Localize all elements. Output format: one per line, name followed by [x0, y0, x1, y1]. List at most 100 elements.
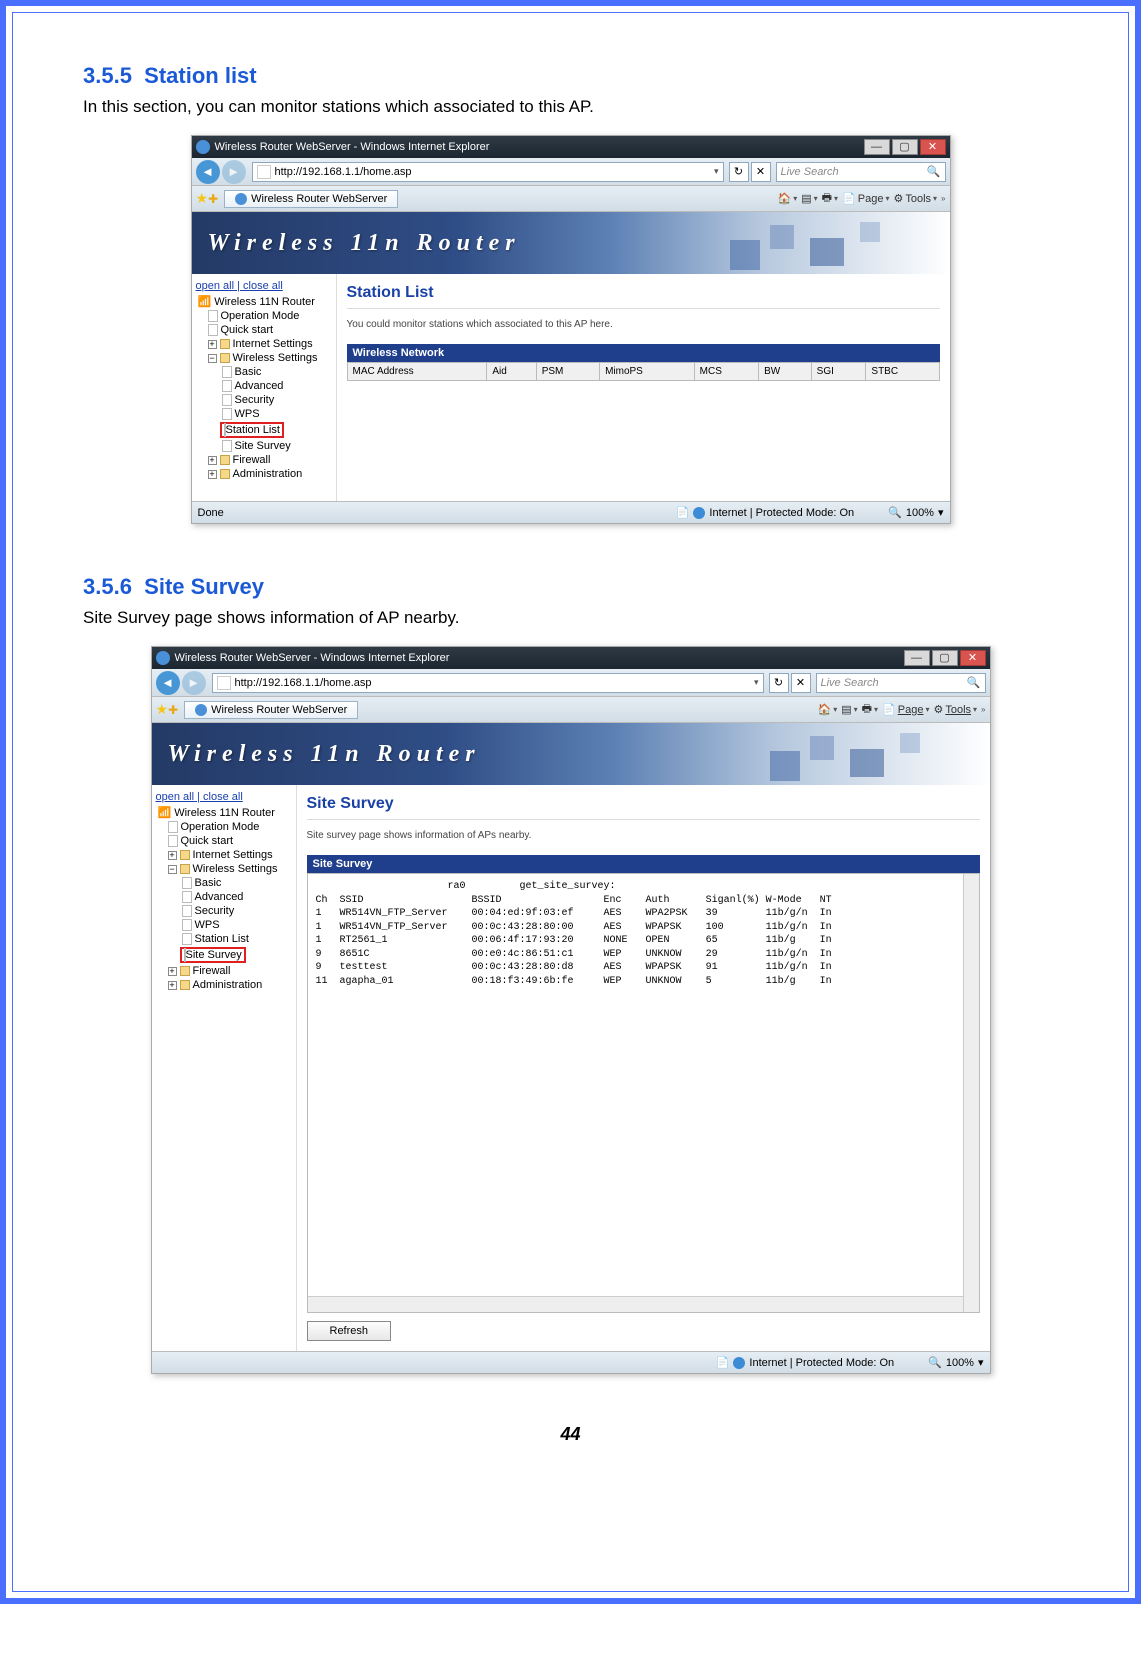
- nav-wps[interactable]: WPS: [195, 919, 220, 931]
- tools-menu[interactable]: ⚙Tools▾: [933, 703, 977, 716]
- nav-wps[interactable]: WPS: [235, 408, 260, 420]
- page-icon: [217, 676, 231, 690]
- maximize-button[interactable]: ▢: [892, 139, 918, 155]
- minimize-button[interactable]: —: [864, 139, 890, 155]
- status-text: Done: [198, 507, 224, 519]
- nav-security[interactable]: Security: [235, 394, 275, 406]
- page-icon: [222, 366, 232, 378]
- window-title: Wireless Router WebServer - Windows Inte…: [215, 141, 862, 153]
- zoom-icon[interactable]: 🔍: [888, 506, 902, 519]
- ie-icon: [156, 651, 170, 665]
- nav-administration[interactable]: Administration: [233, 468, 303, 480]
- stop-button[interactable]: ✕: [751, 162, 771, 182]
- nav-quick-start[interactable]: Quick start: [181, 835, 234, 847]
- nav-station-list[interactable]: Station List: [195, 933, 249, 945]
- browser-window-station-list: Wireless Router WebServer - Windows Inte…: [191, 135, 951, 524]
- nav-quick-start[interactable]: Quick start: [221, 324, 274, 336]
- back-button[interactable]: ◄: [156, 671, 180, 695]
- page-menu[interactable]: 📄Page▾: [882, 703, 929, 716]
- close-all-link[interactable]: close all: [243, 280, 283, 292]
- page-menu[interactable]: 📄Page▾: [842, 192, 889, 205]
- nav-operation-mode[interactable]: Operation Mode: [221, 310, 300, 322]
- address-bar[interactable]: http://192.168.1.1/home.asp ▾: [252, 162, 724, 182]
- favorites-icon[interactable]: ★: [156, 701, 169, 718]
- zoom-value[interactable]: 100%: [906, 507, 934, 519]
- nav-advanced[interactable]: Advanced: [195, 891, 244, 903]
- minimize-button[interactable]: —: [904, 650, 930, 666]
- chevron-down-icon[interactable]: ▾: [978, 1356, 984, 1369]
- nav-firewall[interactable]: Firewall: [233, 454, 271, 466]
- tab[interactable]: Wireless Router WebServer: [224, 190, 398, 208]
- expand-icon[interactable]: +: [168, 981, 177, 990]
- folder-icon: [220, 469, 230, 479]
- nav-internet-settings[interactable]: Internet Settings: [193, 849, 273, 861]
- nav-internet-settings[interactable]: Internet Settings: [233, 338, 313, 350]
- search-box[interactable]: Live Search 🔍: [776, 162, 946, 182]
- feeds-button[interactable]: ▤▾: [841, 703, 857, 716]
- zone-text: Internet | Protected Mode: On: [709, 507, 854, 519]
- zoom-icon[interactable]: 🔍: [928, 1356, 942, 1369]
- nav-firewall[interactable]: Firewall: [193, 965, 231, 977]
- scrollbar-horizontal[interactable]: [308, 1296, 963, 1312]
- favorites-icon[interactable]: ★: [196, 190, 209, 207]
- page-title: Station List: [347, 280, 940, 309]
- nav-basic[interactable]: Basic: [235, 366, 262, 378]
- close-all-link[interactable]: close all: [203, 791, 243, 803]
- expand-icon[interactable]: +: [208, 456, 217, 465]
- nav-basic[interactable]: Basic: [195, 877, 222, 889]
- expand-icon[interactable]: +: [208, 470, 217, 479]
- nav-station-list[interactable]: Station List: [226, 424, 280, 436]
- search-box[interactable]: Live Search 🔍: [816, 673, 986, 693]
- nav-site-survey[interactable]: Site Survey: [186, 949, 242, 961]
- nav-site-survey[interactable]: Site Survey: [235, 440, 291, 452]
- open-all-link[interactable]: open all: [196, 280, 235, 292]
- search-icon[interactable]: 🔍: [927, 165, 941, 178]
- table-header-bar: Site Survey: [307, 855, 980, 873]
- nav-administration[interactable]: Administration: [193, 979, 263, 991]
- address-bar[interactable]: http://192.168.1.1/home.asp▾: [212, 673, 764, 693]
- refresh-button[interactable]: Refresh: [307, 1321, 392, 1341]
- forward-button[interactable]: ►: [182, 671, 206, 695]
- close-button[interactable]: ✕: [920, 139, 946, 155]
- home-button[interactable]: 🏠▾: [778, 192, 798, 205]
- tab[interactable]: Wireless Router WebServer: [184, 701, 358, 719]
- expand-icon[interactable]: +: [208, 340, 217, 349]
- forward-button[interactable]: ►: [222, 160, 246, 184]
- tree-root[interactable]: Wireless 11N Router: [174, 807, 275, 819]
- search-icon[interactable]: 🔍: [967, 676, 981, 689]
- back-button[interactable]: ◄: [196, 160, 220, 184]
- stop-button[interactable]: ✕: [791, 673, 811, 693]
- nav-wireless-settings[interactable]: Wireless Settings: [233, 352, 318, 364]
- tree-root[interactable]: Wireless 11N Router: [214, 296, 315, 308]
- print-button[interactable]: 🖶▾: [822, 189, 838, 208]
- collapse-icon[interactable]: −: [208, 354, 217, 363]
- nav-wireless-settings[interactable]: Wireless Settings: [193, 863, 278, 875]
- feeds-button[interactable]: ▤▾: [801, 192, 817, 205]
- scrollbar-vertical[interactable]: [963, 874, 979, 1312]
- collapse-icon[interactable]: −: [168, 865, 177, 874]
- chevron-icon[interactable]: »: [941, 194, 945, 203]
- nav-advanced[interactable]: Advanced: [235, 380, 284, 392]
- refresh-button[interactable]: ↻: [729, 162, 749, 182]
- folder-icon: [220, 353, 230, 363]
- page-icon: [222, 380, 232, 392]
- page-icon: 📄: [676, 506, 690, 519]
- globe-icon: [693, 507, 705, 519]
- add-favorite-icon[interactable]: ✚: [168, 703, 178, 717]
- close-button[interactable]: ✕: [960, 650, 986, 666]
- zoom-value[interactable]: 100%: [946, 1357, 974, 1369]
- home-button[interactable]: 🏠▾: [818, 703, 838, 716]
- refresh-button[interactable]: ↻: [769, 673, 789, 693]
- nav-operation-mode[interactable]: Operation Mode: [181, 821, 260, 833]
- tools-menu[interactable]: ⚙Tools▾: [893, 192, 937, 205]
- open-all-link[interactable]: open all: [156, 791, 195, 803]
- column-header: MimoPS: [600, 363, 695, 381]
- nav-security[interactable]: Security: [195, 905, 235, 917]
- chevron-icon[interactable]: »: [981, 705, 985, 714]
- chevron-down-icon[interactable]: ▾: [938, 506, 944, 519]
- expand-icon[interactable]: +: [168, 851, 177, 860]
- maximize-button[interactable]: ▢: [932, 650, 958, 666]
- add-favorite-icon[interactable]: ✚: [208, 192, 218, 206]
- expand-icon[interactable]: +: [168, 967, 177, 976]
- print-button[interactable]: 🖶▾: [862, 700, 878, 719]
